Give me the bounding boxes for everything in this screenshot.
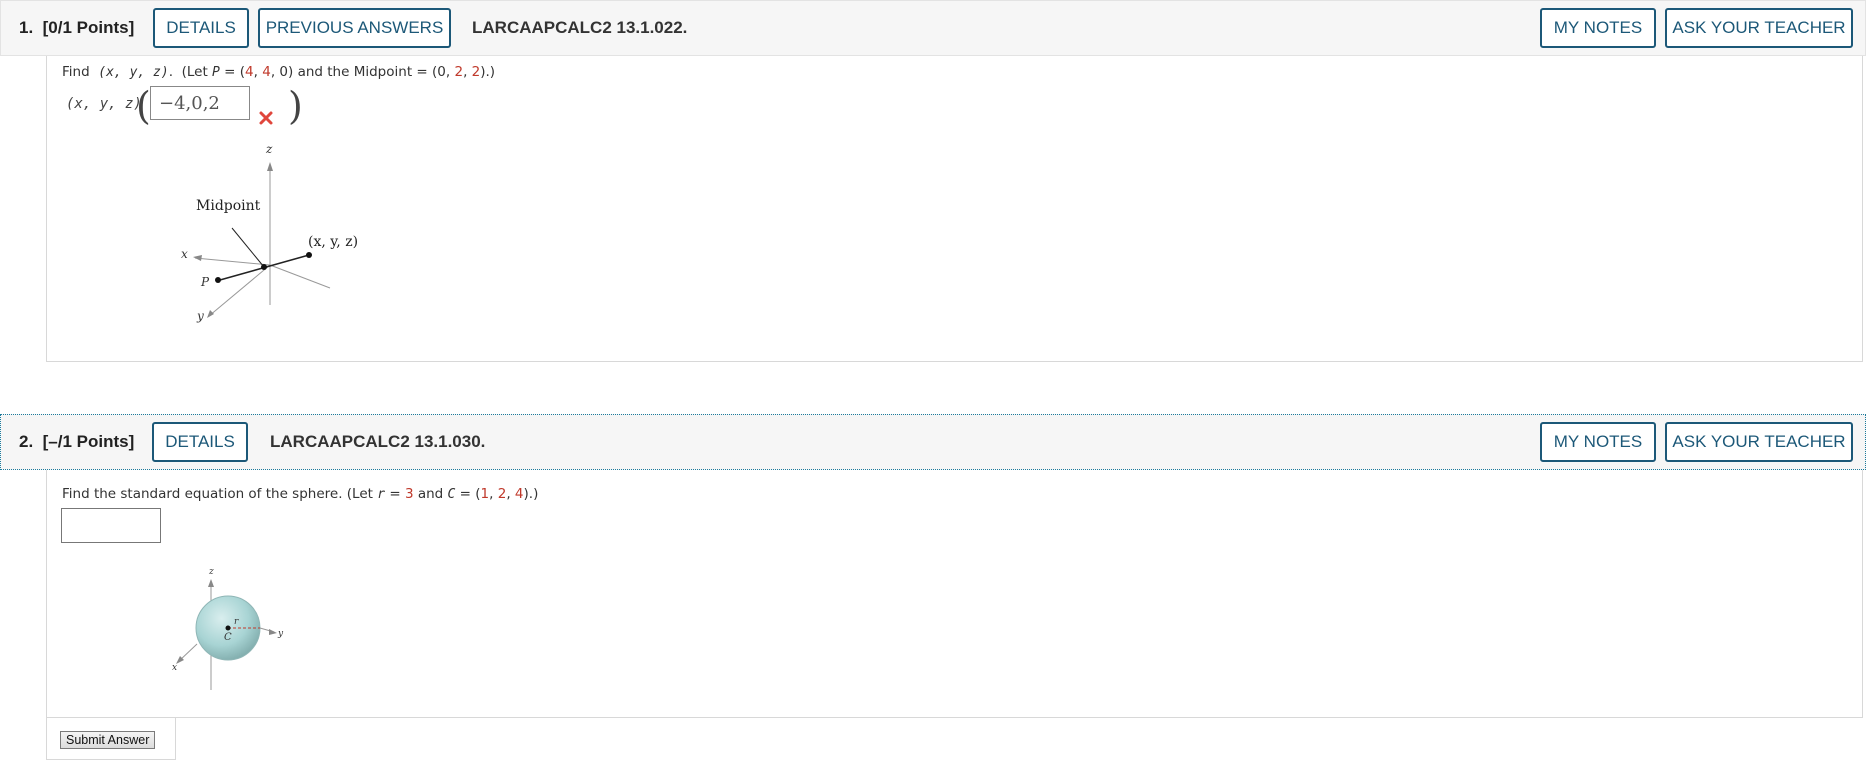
p-y-value: 4 <box>262 64 271 80</box>
ask-your-teacher-button[interactable]: ASK YOUR TEACHER <box>1665 422 1853 462</box>
r-value: 3 <box>404 486 414 502</box>
question-1-header: 1. [0/1 Points] DETAILS PREVIOUS ANSWERS… <box>0 0 1866 56</box>
question-2-header: 2. [–/1 Points] DETAILS LARCAAPCALC2 13.… <box>0 414 1866 470</box>
c-x-value: 1 <box>480 486 490 502</box>
midpoint-x-value: 0 <box>437 64 446 80</box>
open-paren: ( <box>136 84 151 128</box>
details-button[interactable]: DETAILS <box>152 422 248 462</box>
center-label: C <box>224 632 232 643</box>
ask-your-teacher-button[interactable]: ASK YOUR TEACHER <box>1665 8 1853 48</box>
incorrect-x-icon <box>259 111 273 125</box>
question-2-body <box>46 470 1863 718</box>
question-2-prompt: Find the standard equation of the sphere… <box>62 486 539 502</box>
submit-answer-button[interactable]: Submit Answer <box>60 731 156 749</box>
close-paren: ) <box>288 84 303 128</box>
x-axis-label: x <box>172 663 177 673</box>
p-z-value: 0 <box>279 64 289 80</box>
question-1-id: LARCAAPCALC2 13.1.022. <box>472 18 688 37</box>
midpoint-figure: z x y P Midpoint (x, y, z) <box>181 142 358 323</box>
point-p-label: P <box>200 275 210 289</box>
question-1-points: [0/1 Points] <box>42 18 135 37</box>
radius-label: r <box>234 617 239 627</box>
question-1-number: 1. [0/1 Points] <box>19 18 135 37</box>
c-y-value: 2 <box>497 486 507 502</box>
midpoint-label: Midpoint <box>196 198 261 214</box>
z-axis-label: z <box>265 142 273 156</box>
x-axis-label: x <box>181 247 188 261</box>
c-z-value: 4 <box>514 486 524 502</box>
question-2-id: LARCAAPCALC2 13.1.030. <box>270 432 486 451</box>
sphere-figure: z x y r C <box>172 567 284 690</box>
details-button[interactable]: DETAILS <box>153 8 249 48</box>
point-xyz-label: (x, y, z) <box>308 234 358 250</box>
midpoint-y-value: 2 <box>454 64 464 80</box>
question-1-prompt: Find (x, y, z). (Let P = (4, 4, 0) and t… <box>62 64 496 80</box>
y-axis-label: y <box>196 309 204 323</box>
midpoint-z-value: 2 <box>471 64 481 80</box>
answer-1-input[interactable] <box>150 86 250 120</box>
p-x-value: 4 <box>245 64 254 80</box>
my-notes-button[interactable]: MY NOTES <box>1540 8 1656 48</box>
previous-answers-button[interactable]: PREVIOUS ANSWERS <box>258 8 451 48</box>
question-2-number: 2. [–/1 Points] <box>19 432 135 451</box>
my-notes-button[interactable]: MY NOTES <box>1540 422 1656 462</box>
y-axis-label: y <box>277 629 284 639</box>
question-2-points: [–/1 Points] <box>42 432 135 451</box>
answer-2-input[interactable] <box>61 508 161 543</box>
z-axis-label: z <box>208 567 214 577</box>
